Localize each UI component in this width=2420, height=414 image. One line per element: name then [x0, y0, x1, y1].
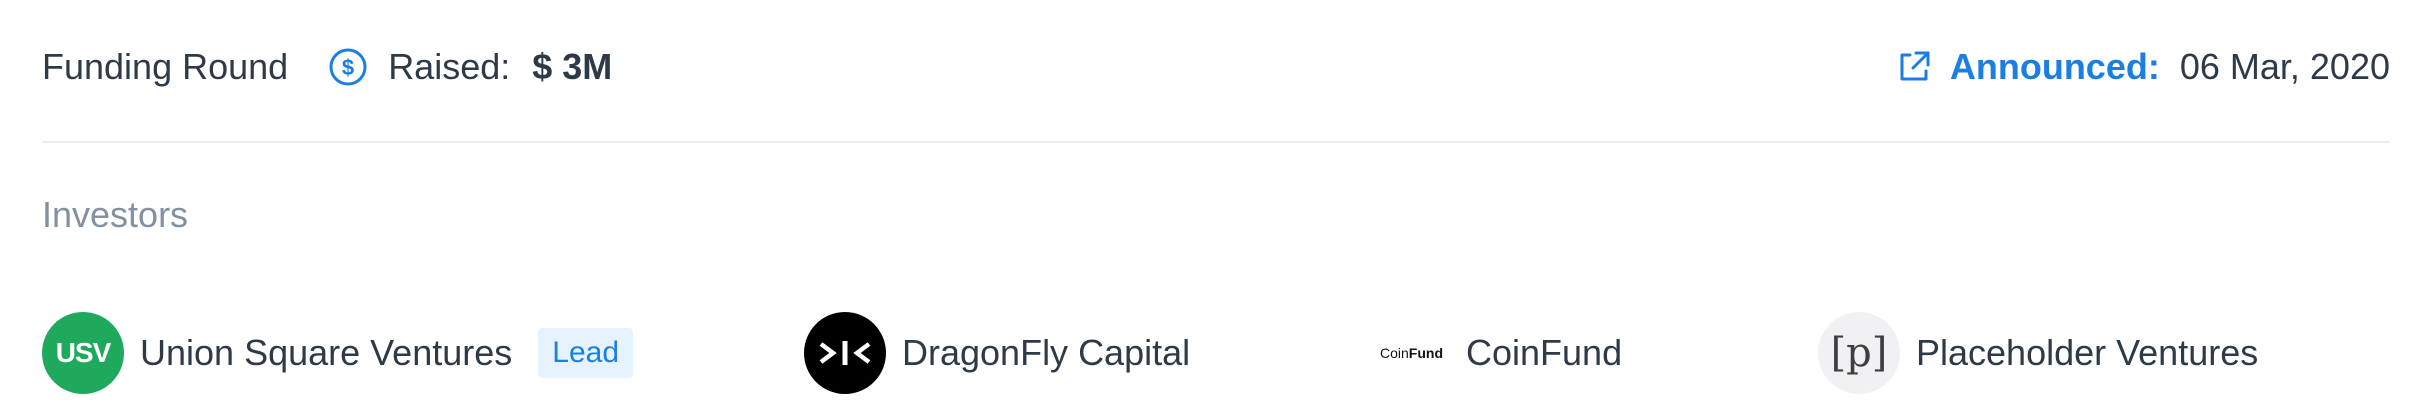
- svg-text:$: $: [342, 55, 354, 80]
- investor-item-coinfund[interactable]: Coin Fund CoinFund: [1380, 312, 1622, 394]
- divider: [42, 141, 2390, 143]
- dollar-circle-icon: $: [328, 47, 368, 87]
- placeholder-logo: [p]: [1818, 312, 1900, 394]
- funding-summary: Funding Round $ Raised: $ 3M: [42, 46, 612, 88]
- investor-item-placeholder-ventures[interactable]: [p] Placeholder Ventures: [1818, 312, 2258, 394]
- investor-item-dragonfly-capital[interactable]: DragonFly Capital: [804, 312, 1190, 394]
- section-title: Funding Round: [42, 46, 289, 87]
- investor-name[interactable]: CoinFund: [1466, 332, 1622, 374]
- coinfund-logo-light: Coin: [1380, 345, 1409, 361]
- raised-label: Raised:: [388, 46, 511, 87]
- announced-label[interactable]: Announced:: [1950, 46, 2160, 88]
- funding-round-header: Funding Round $ Raised: $ 3M Announced: …: [42, 34, 2390, 100]
- raised-value: $ 3M: [532, 46, 613, 87]
- usv-logo: USV: [42, 312, 124, 394]
- external-link-icon[interactable]: [1896, 49, 1932, 85]
- announced-date: 06 Mar, 2020: [2179, 46, 2390, 87]
- investor-name[interactable]: Union Square Ventures: [140, 332, 512, 374]
- investors-heading: Investors: [42, 194, 189, 235]
- investor-name[interactable]: DragonFly Capital: [902, 332, 1190, 374]
- investor-name[interactable]: Placeholder Ventures: [1916, 332, 2258, 374]
- coinfund-logo-bold: Fund: [1408, 345, 1444, 361]
- investor-item-union-square-ventures[interactable]: USV Union Square Ventures Lead: [42, 312, 634, 394]
- announcement-link[interactable]: Announced: 06 Mar, 2020: [1896, 46, 2390, 88]
- dragonfly-logo: [804, 312, 886, 394]
- lead-badge: Lead: [538, 328, 634, 378]
- coinfund-logo: Coin Fund: [1380, 312, 1450, 394]
